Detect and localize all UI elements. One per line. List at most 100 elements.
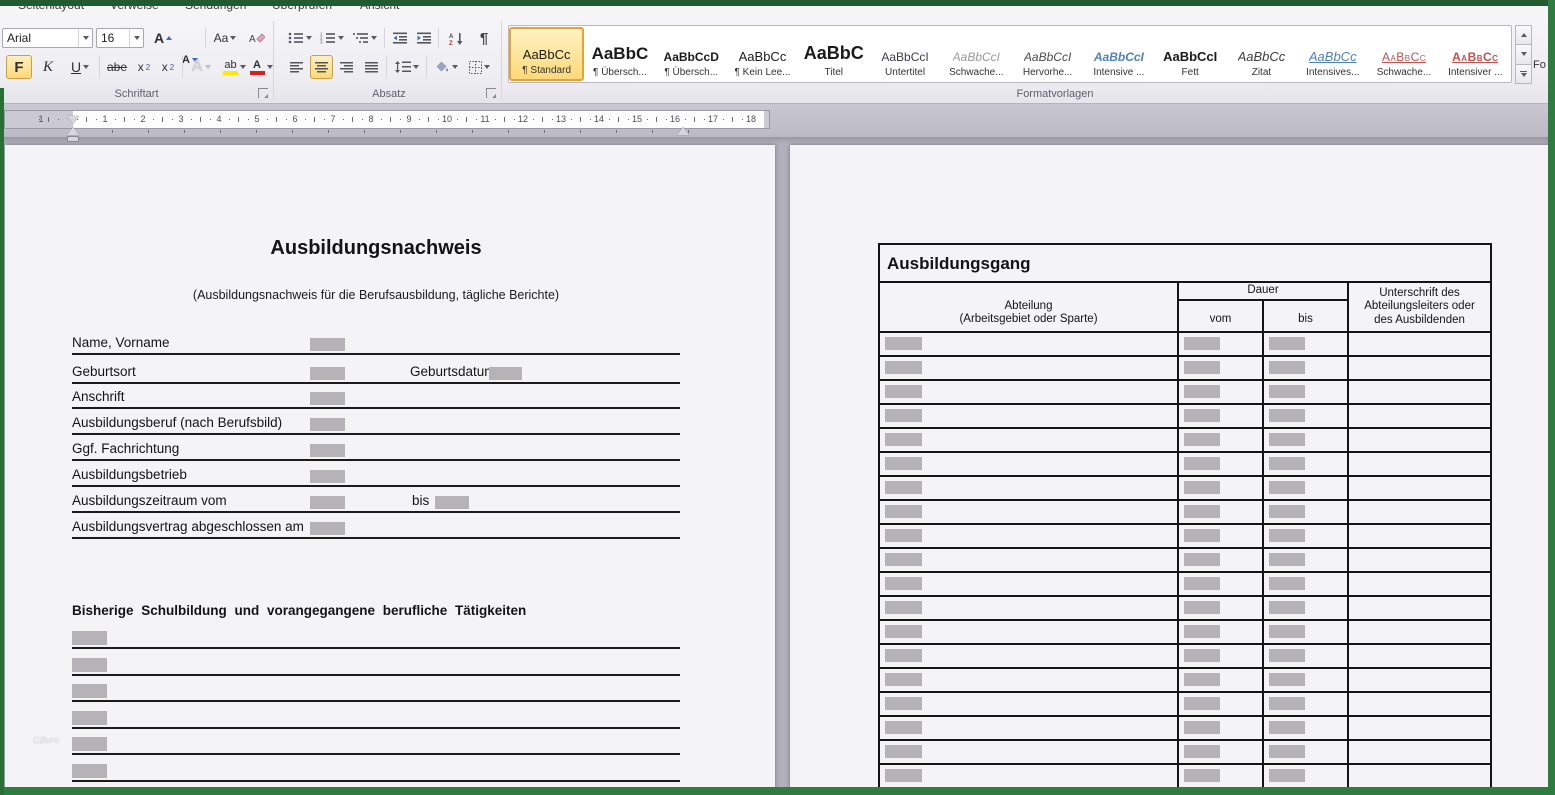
subscript-button[interactable]: x2: [133, 55, 155, 79]
cell-placeholder-box[interactable]: [885, 457, 922, 470]
style-item-intense-ref[interactable]: AaBbCc Intensiver ...: [1440, 27, 1511, 81]
cell-placeholder-box[interactable]: [1184, 769, 1220, 782]
italic-button[interactable]: K: [36, 55, 60, 79]
style-item-title[interactable]: AaBbC Titel: [798, 27, 869, 81]
cell-placeholder-box[interactable]: [885, 385, 922, 398]
increase-indent-button[interactable]: [413, 27, 435, 49]
tab-seitenlayout[interactable]: Seitenlayout: [18, 6, 84, 12]
show-paragraph-marks-button[interactable]: ¶: [473, 27, 495, 49]
chevron-down-icon[interactable]: [78, 29, 92, 47]
style-item-subtitle[interactable]: AaBbCcI Untertitel: [869, 27, 940, 81]
field-placeholder-box[interactable]: [310, 367, 345, 380]
numbering-button[interactable]: 1 2 3: [317, 27, 347, 49]
grow-font-button[interactable]: A: [150, 27, 176, 49]
field-placeholder-box[interactable]: [310, 496, 345, 509]
style-item-subtle-ref[interactable]: AaBbCc Schwache...: [1368, 27, 1439, 81]
sort-button[interactable]: A Z: [443, 27, 469, 49]
style-item-h2[interactable]: AaBbCcD ¶ Übersch...: [656, 27, 727, 81]
cell-placeholder-box[interactable]: [885, 625, 922, 638]
right-indent-marker[interactable]: [677, 127, 689, 135]
cell-placeholder-box[interactable]: [1269, 721, 1305, 734]
cell-placeholder-box[interactable]: [885, 697, 922, 710]
text-effects-button[interactable]: A: [186, 55, 216, 79]
style-item-quote[interactable]: AaBbCc Zitat: [1226, 27, 1297, 81]
blank-line-placeholder-box[interactable]: [72, 764, 107, 778]
align-center-button[interactable]: [310, 55, 333, 79]
field-placeholder-box[interactable]: [435, 496, 469, 509]
font-name-combobox[interactable]: Arial: [2, 28, 93, 48]
blank-line-placeholder-box[interactable]: [72, 684, 107, 698]
cell-placeholder-box[interactable]: [885, 529, 922, 542]
cell-placeholder-box[interactable]: [885, 721, 922, 734]
cell-placeholder-box[interactable]: [885, 745, 922, 758]
bold-button[interactable]: F: [6, 55, 32, 79]
superscript-button[interactable]: x2: [157, 55, 179, 79]
cell-placeholder-box[interactable]: [1184, 433, 1220, 446]
style-item-intense-quote[interactable]: AaBbCc Intensives...: [1297, 27, 1368, 81]
field-placeholder-box[interactable]: [310, 444, 345, 457]
justify-button[interactable]: [360, 55, 383, 79]
cell-placeholder-box[interactable]: [1269, 481, 1305, 494]
cell-placeholder-box[interactable]: [1269, 649, 1305, 662]
cell-placeholder-box[interactable]: [1269, 553, 1305, 566]
multilevel-list-button[interactable]: [349, 27, 381, 49]
cell-placeholder-box[interactable]: [1269, 433, 1305, 446]
left-indent-marker[interactable]: [67, 136, 79, 142]
underline-button[interactable]: U: [64, 55, 96, 79]
font-size-combobox[interactable]: 16: [96, 28, 144, 48]
field-placeholder-box[interactable]: [310, 470, 345, 483]
cell-placeholder-box[interactable]: [1184, 529, 1220, 542]
cell-placeholder-box[interactable]: [1269, 697, 1305, 710]
cell-placeholder-box[interactable]: [1269, 457, 1305, 470]
cell-placeholder-box[interactable]: [1269, 337, 1305, 350]
style-item-em[interactable]: AaBbCcI Hervorhe...: [1012, 27, 1083, 81]
field-placeholder-box[interactable]: [310, 418, 345, 431]
style-item-standard[interactable]: AaBbCc ¶ Standard: [509, 27, 585, 81]
style-item-h1[interactable]: AaBbC ¶ Übersch...: [584, 27, 655, 81]
style-item-subtle-em[interactable]: AaBbCcI Schwache...: [941, 27, 1012, 81]
field-placeholder-box[interactable]: [489, 367, 522, 380]
style-item-bold[interactable]: AaBbCcI Fett: [1155, 27, 1226, 81]
tab-überprüfen[interactable]: Überprüfen: [272, 6, 332, 12]
cell-placeholder-box[interactable]: [1269, 601, 1305, 614]
cell-placeholder-box[interactable]: [885, 505, 922, 518]
cell-placeholder-box[interactable]: [1269, 673, 1305, 686]
change-case-button[interactable]: Aa: [209, 27, 241, 49]
first-line-indent-marker[interactable]: [67, 116, 79, 124]
cell-placeholder-box[interactable]: [885, 769, 922, 782]
cell-placeholder-box[interactable]: [1184, 745, 1220, 758]
cell-placeholder-box[interactable]: [1269, 625, 1305, 638]
bullets-button[interactable]: [285, 27, 315, 49]
cell-placeholder-box[interactable]: [1184, 553, 1220, 566]
shading-button[interactable]: [431, 55, 462, 79]
cell-placeholder-box[interactable]: [885, 577, 922, 590]
change-styles-button-clipped[interactable]: Fo: [1533, 59, 1546, 71]
cell-placeholder-box[interactable]: [885, 601, 922, 614]
cell-placeholder-box[interactable]: [885, 553, 922, 566]
cell-placeholder-box[interactable]: [885, 649, 922, 662]
cell-placeholder-box[interactable]: [885, 337, 922, 350]
cell-placeholder-box[interactable]: [1269, 577, 1305, 590]
cell-placeholder-box[interactable]: [1184, 409, 1220, 422]
gallery-scroll-up-button[interactable]: [1515, 25, 1532, 46]
field-placeholder-box[interactable]: [310, 338, 345, 351]
field-placeholder-box[interactable]: [310, 522, 345, 535]
cell-placeholder-box[interactable]: [1269, 769, 1305, 782]
align-right-button[interactable]: [335, 55, 358, 79]
cell-placeholder-box[interactable]: [885, 361, 922, 374]
cell-placeholder-box[interactable]: [1269, 745, 1305, 758]
blank-line-placeholder-box[interactable]: [72, 737, 107, 751]
cell-placeholder-box[interactable]: [885, 673, 922, 686]
decrease-indent-button[interactable]: [389, 27, 411, 49]
cell-placeholder-box[interactable]: [1184, 481, 1220, 494]
cell-placeholder-box[interactable]: [1184, 649, 1220, 662]
cell-placeholder-box[interactable]: [1269, 385, 1305, 398]
cell-placeholder-box[interactable]: [1184, 601, 1220, 614]
blank-line-placeholder-box[interactable]: [72, 658, 107, 672]
cell-placeholder-box[interactable]: [1184, 337, 1220, 350]
paragraph-dialog-launcher[interactable]: [486, 88, 496, 98]
hanging-indent-marker[interactable]: [67, 127, 79, 135]
cell-placeholder-box[interactable]: [1184, 385, 1220, 398]
tab-verweise[interactable]: Verweise: [110, 6, 159, 12]
cell-placeholder-box[interactable]: [1184, 721, 1220, 734]
